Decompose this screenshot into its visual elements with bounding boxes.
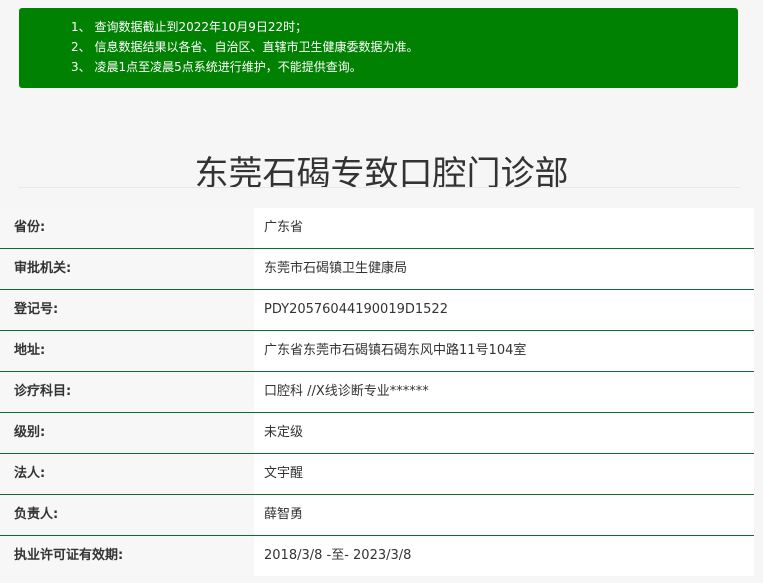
row-label: 级别:: [0, 413, 254, 453]
row-label: 登记号:: [0, 290, 254, 330]
row-value: 薛智勇: [254, 495, 754, 535]
row-value: PDY20576044190019D1522: [254, 290, 754, 330]
row-label: 执业许可证有效期:: [0, 536, 254, 576]
table-row: 登记号: PDY20576044190019D1522: [0, 290, 754, 331]
table-row: 地址: 广东省东莞市石碣镇石碣东风中路11号104室: [0, 331, 754, 372]
notice-line: 3、 凌晨1点至凌晨5点系统进行维护，不能提供查询。: [71, 60, 362, 74]
table-row: 诊疗科目: 口腔科 //X线诊断专业******: [0, 372, 754, 413]
table-row: 审批机关: 东莞市石碣镇卫生健康局: [0, 249, 754, 290]
table-row: 负责人: 薛智勇: [0, 495, 754, 536]
notice-line: 1、 查询数据截止到2022年10月9日22时；: [71, 20, 308, 34]
row-label: 审批机关:: [0, 249, 254, 289]
info-table: 省份: 广东省 审批机关: 东莞市石碣镇卫生健康局 登记号: PDY205760…: [0, 208, 754, 576]
table-row: 级别: 未定级: [0, 413, 754, 454]
row-label: 负责人:: [0, 495, 254, 535]
row-value: 未定级: [254, 413, 754, 453]
table-row: 法人: 文宇醒: [0, 454, 754, 495]
row-label: 诊疗科目:: [0, 372, 254, 412]
row-label: 省份:: [0, 208, 254, 248]
row-value: 广东省东莞市石碣镇石碣东风中路11号104室: [254, 331, 754, 371]
row-value: 2018/3/8 -至- 2023/3/8: [254, 536, 754, 576]
row-label: 地址:: [0, 331, 254, 371]
row-value: 广东省: [254, 208, 754, 248]
page: 1、 查询数据截止到2022年10月9日22时； 2、 信息数据结果以各省、自治…: [0, 0, 763, 583]
title-divider: [18, 187, 740, 188]
page-title: 东莞石碣专致口腔门诊部: [194, 153, 569, 194]
notice-line: 2、 信息数据结果以各省、自治区、直辖市卫生健康委数据为准。: [71, 40, 419, 54]
table-row: 省份: 广东省: [0, 208, 754, 249]
row-label: 法人:: [0, 454, 254, 494]
row-value: 东莞市石碣镇卫生健康局: [254, 249, 754, 289]
row-value: 文宇醒: [254, 454, 754, 494]
notice-banner: 1、 查询数据截止到2022年10月9日22时； 2、 信息数据结果以各省、自治…: [19, 8, 738, 88]
table-row: 执业许可证有效期: 2018/3/8 -至- 2023/3/8: [0, 536, 754, 576]
row-value: 口腔科 //X线诊断专业******: [254, 372, 754, 412]
